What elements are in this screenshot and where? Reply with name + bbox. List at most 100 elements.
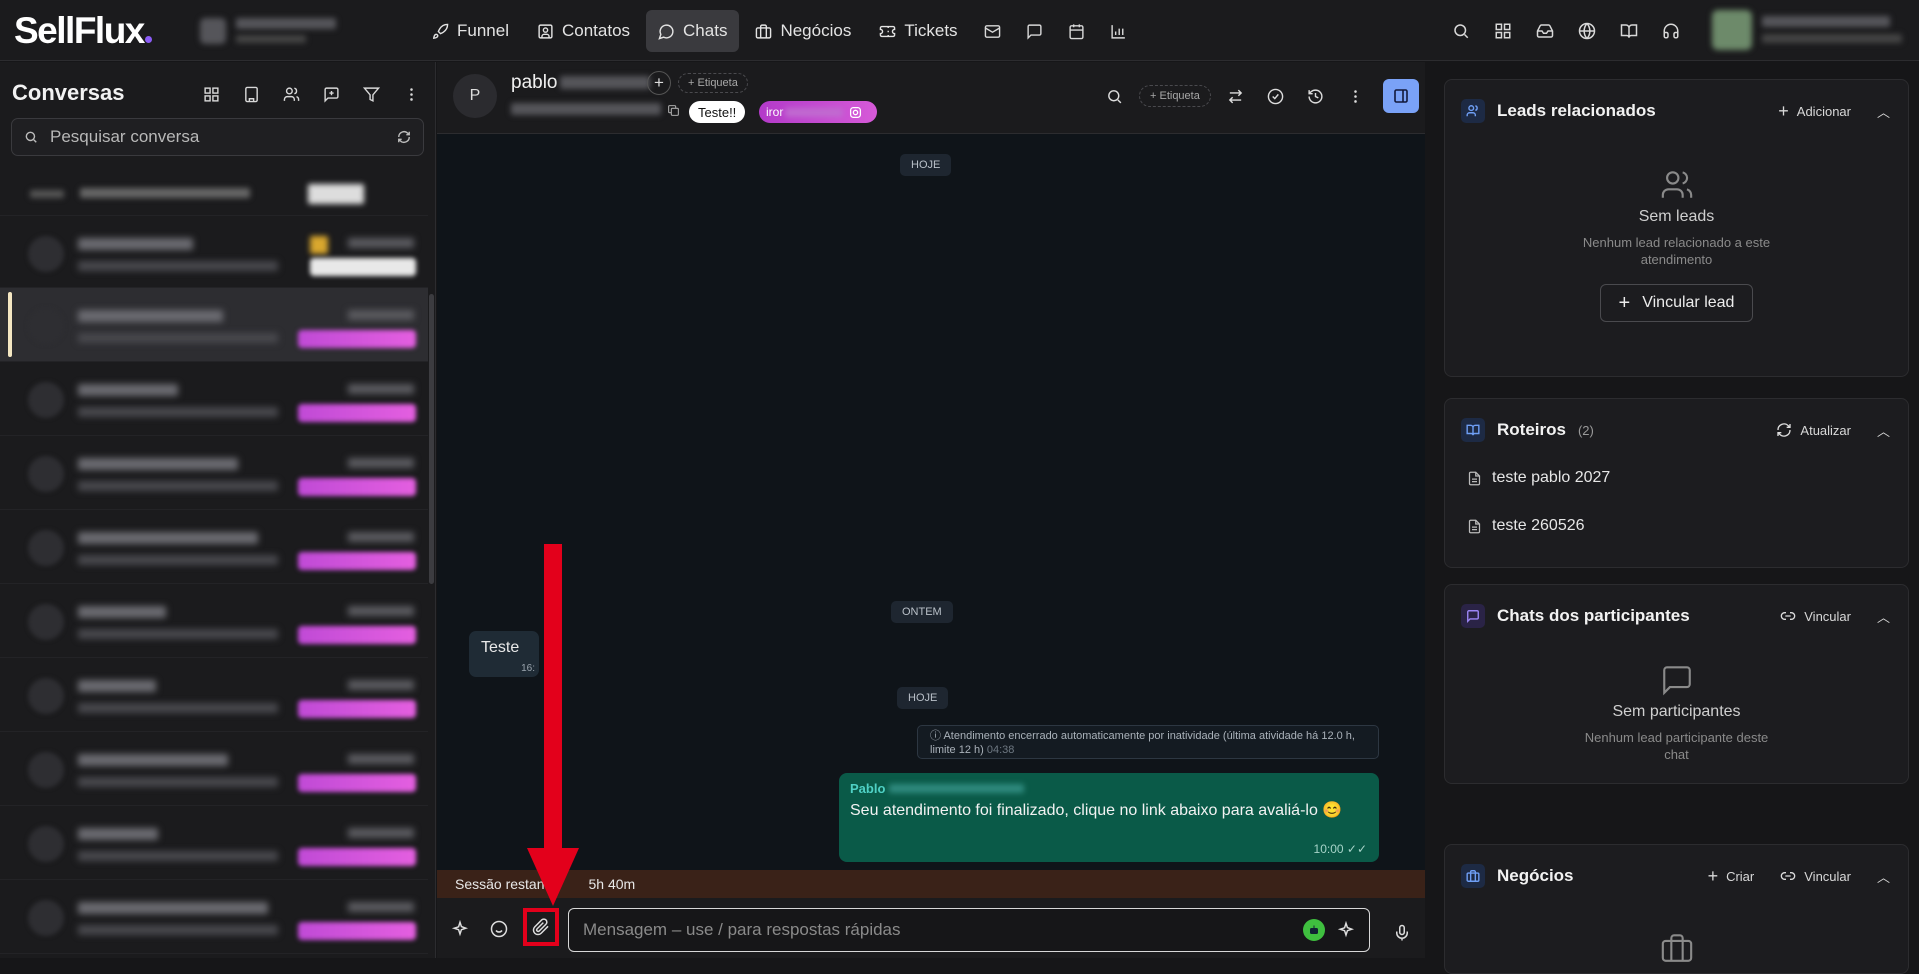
link-lead-button[interactable]: + Vincular lead	[1599, 284, 1754, 322]
outgoing-message[interactable]: Pablo Seu atendimento foi finalizado, cl…	[839, 773, 1379, 862]
rocket-icon	[432, 23, 449, 39]
copy-icon[interactable]	[667, 104, 680, 117]
list-item[interactable]	[0, 806, 428, 880]
bot-icon[interactable]	[1303, 919, 1325, 941]
card-header: Leads relacionados	[1461, 96, 1656, 126]
conversation-list	[0, 172, 428, 958]
list-item[interactable]	[0, 288, 428, 362]
history-icon[interactable]	[1297, 78, 1335, 114]
nav-negocios[interactable]: Negócios	[743, 10, 863, 52]
leads-card: Leads relacionados + Adicionar ︿ Sem lead…	[1444, 79, 1909, 377]
emoji-icon[interactable]	[480, 910, 518, 948]
more-vertical-icon[interactable]	[1337, 78, 1375, 114]
file-icon	[1468, 471, 1481, 485]
add-message-icon[interactable]	[312, 76, 350, 112]
chat-header: P pablo + + Etiqueta Teste!! iror + Etiq…	[437, 62, 1425, 134]
refresh-icon	[1777, 423, 1792, 437]
card-actions: Vincular ︿	[1780, 601, 1890, 631]
refresh-icon[interactable]	[397, 130, 411, 144]
chat-bubble-icon	[658, 23, 674, 40]
chevron-up-icon[interactable]: ︿	[1877, 421, 1890, 440]
sidebar-panel-icon	[1394, 89, 1408, 103]
list-item[interactable]	[0, 732, 428, 806]
list-item[interactable]	[0, 216, 428, 288]
list-item[interactable]	[0, 658, 428, 732]
annotation-arrowhead	[527, 848, 579, 906]
nav-funnel[interactable]: Funnel	[420, 10, 521, 52]
globe-icon[interactable]	[1568, 10, 1606, 52]
nav-label: Negócios	[780, 21, 852, 40]
list-item[interactable]	[0, 584, 428, 658]
roteiro-item[interactable]: teste pablo 2027	[1467, 469, 1610, 487]
filter-icon[interactable]	[352, 76, 390, 112]
nav-tickets[interactable]: Tickets	[867, 10, 969, 52]
resolve-check-icon[interactable]	[1257, 78, 1295, 114]
list-item[interactable]	[0, 510, 428, 584]
add-contact-button[interactable]: +	[647, 71, 671, 95]
contact-name[interactable]: pablo	[511, 72, 650, 94]
users-icon	[1461, 99, 1485, 123]
grid-icon[interactable]	[192, 76, 230, 112]
search-icon[interactable]	[1095, 78, 1133, 114]
list-item[interactable]	[0, 436, 428, 510]
chevron-up-icon[interactable]: ︿	[1877, 102, 1890, 121]
message-square-icon[interactable]	[1016, 10, 1054, 52]
conversation-search[interactable]	[11, 118, 424, 156]
sellflux-logo[interactable]: SellFlux	[14, 10, 152, 52]
mail-icon[interactable]	[974, 10, 1012, 52]
apps-grid-icon[interactable]	[1484, 10, 1522, 52]
info-icon: ⓘ	[930, 730, 944, 742]
nav-chats[interactable]: Chats	[646, 10, 740, 52]
inbox-icon[interactable]	[1526, 10, 1564, 52]
list-item[interactable]	[0, 880, 428, 954]
message-input[interactable]	[583, 920, 1295, 940]
message-text: Seu atendimento foi finalizado, clique n…	[850, 802, 1343, 819]
top-right-icons	[1442, 10, 1690, 52]
conversation-scrollbar[interactable]	[429, 294, 434, 584]
search-input[interactable]	[50, 127, 385, 147]
workspace-selector[interactable]	[200, 14, 380, 48]
search-icon[interactable]	[1442, 10, 1480, 52]
list-item[interactable]	[0, 172, 428, 216]
card-header: Negócios	[1461, 861, 1574, 891]
message-input-box[interactable]	[568, 908, 1370, 952]
create-deal-button[interactable]: + Criar	[1708, 866, 1755, 887]
roteiro-item[interactable]: teste 260526	[1467, 517, 1585, 535]
conversations-sidebar: Conversas	[0, 62, 436, 958]
chevron-up-icon[interactable]: ︿	[1877, 867, 1890, 886]
microphone-icon[interactable]	[1387, 916, 1417, 950]
tag-badge[interactable]: Teste!!	[689, 101, 746, 123]
nav-label: Chats	[683, 21, 728, 40]
link-deal-button[interactable]: Vincular	[1780, 868, 1851, 884]
transfer-icon[interactable]	[1217, 78, 1255, 114]
headset-icon[interactable]	[1652, 10, 1690, 52]
header-tag-button[interactable]: + Etiqueta	[1139, 85, 1211, 107]
link-chat-button[interactable]: Vincular	[1780, 608, 1851, 624]
toggle-panel-button[interactable]	[1382, 79, 1419, 113]
bar-chart-icon[interactable]	[1100, 10, 1138, 52]
add-tag-button[interactable]: + Etiqueta	[678, 73, 748, 93]
incoming-message[interactable]: Teste 16:	[469, 631, 539, 677]
users-icon[interactable]	[272, 76, 310, 112]
add-lead-button[interactable]: + Adicionar	[1778, 101, 1851, 122]
nav-contatos[interactable]: Contatos	[525, 10, 642, 52]
list-item[interactable]	[0, 362, 428, 436]
briefcase-icon	[1661, 934, 1693, 962]
chats-participantes-card: Chats dos participantes Vincular ︿ Sem p…	[1444, 584, 1909, 784]
book-icon[interactable]	[1610, 10, 1648, 52]
details-panel: Leads relacionados + Adicionar ︿ Sem lead…	[1426, 62, 1919, 974]
avatar: P	[453, 74, 497, 118]
double-check-icon: ✓✓	[1346, 842, 1367, 856]
more-vertical-icon[interactable]	[392, 76, 430, 112]
refresh-button[interactable]: Atualizar	[1776, 422, 1851, 438]
user-menu[interactable]	[1712, 8, 1908, 54]
instagram-tag[interactable]: iror	[759, 101, 877, 123]
chevron-up-icon[interactable]: ︿	[1877, 607, 1890, 626]
attach-file-button[interactable]	[523, 908, 559, 946]
briefcase-icon	[756, 23, 772, 39]
magic-wand-icon[interactable]	[1337, 921, 1355, 939]
ai-sparkle-icon[interactable]	[441, 910, 479, 948]
calendar-icon[interactable]	[1058, 10, 1096, 52]
empty-state: Sem participantes Nenhum lead participan…	[1445, 663, 1908, 763]
building-icon[interactable]	[232, 76, 270, 112]
